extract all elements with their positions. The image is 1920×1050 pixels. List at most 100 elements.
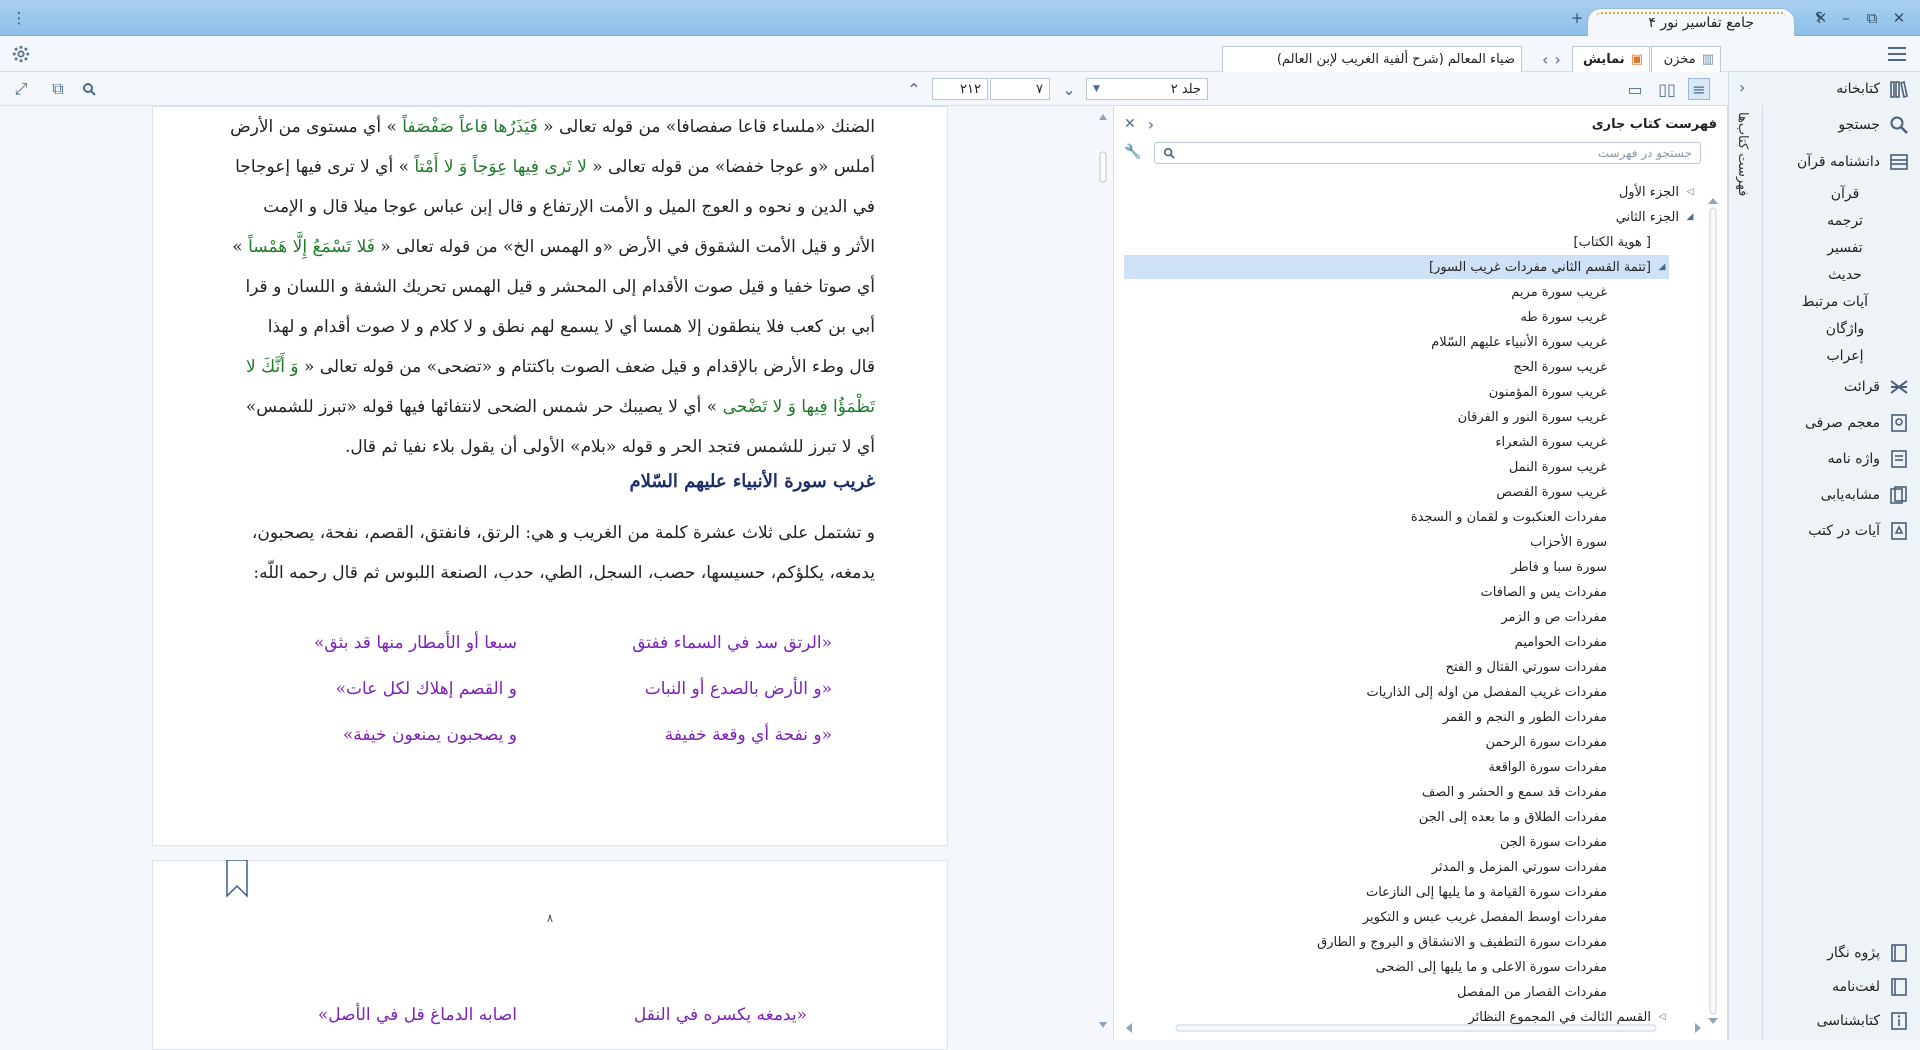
sidebar-item[interactable]: واژه نامه	[1762, 442, 1920, 476]
toc-item[interactable]: مفردات اوسط المفصل غريب عبس و التكوير	[1363, 905, 1625, 929]
tab-display[interactable]: ▣ نمایش	[1572, 46, 1650, 72]
tab-book[interactable]: ضياء المعالم (شرح ألفية الغريب لإبن العا…	[1222, 46, 1522, 72]
app-tab[interactable]: جامع تفاسیر نور ۴	[1587, 8, 1795, 36]
toc-item[interactable]: مفردات الطلاق و ما بعده إلى الجن	[1419, 805, 1625, 829]
total-pages-field: ۲۱۲	[932, 78, 988, 100]
list-view-icon[interactable]: ≡	[1688, 78, 1710, 100]
menu-kebab-icon[interactable]: ⋮	[8, 7, 30, 29]
sidebar-item[interactable]: تفسير	[1762, 234, 1920, 261]
toc-search-input[interactable]: جستجو در فهرست	[1154, 142, 1701, 164]
help-button[interactable]: ؟	[1808, 7, 1830, 29]
toc-item[interactable]: مفردات سورة التطفيف و الانشقاق و البروج …	[1317, 930, 1625, 954]
sidebar-item[interactable]: قرائت	[1762, 370, 1920, 404]
toc-item[interactable]: ◢ [تتمة القسم الثاني مفردات غريب السور]	[1124, 255, 1669, 279]
sidebar-item[interactable]: حديث	[1762, 261, 1920, 288]
close-icon[interactable]: ✕	[1124, 116, 1136, 132]
tree-arrow-icon[interactable]: ◁	[1655, 1012, 1669, 1022]
sidebar-item[interactable]: پژوه نگار	[1762, 936, 1920, 970]
sidebar-item[interactable]: إعراب	[1762, 342, 1920, 369]
chevron-up-icon[interactable]: ⌃	[903, 78, 925, 100]
sidebar-item[interactable]: واژگان	[1762, 315, 1920, 342]
toc-item-label: غريب سورة النور و الفرقان	[1457, 409, 1607, 425]
toc-item[interactable]: مفردات سورتي القتال و الفتح	[1446, 655, 1625, 679]
chevron-left-icon[interactable]: ‹	[1542, 50, 1548, 69]
sidebar-item[interactable]: کتابخانه	[1762, 72, 1920, 106]
text-line: في الدين و نحوه و العوج الميل و الأمت ال…	[225, 187, 875, 227]
sidebar-item[interactable]: دانشنامه قرآن	[1762, 145, 1920, 179]
volume-select[interactable]: جلد ۲ ▼	[1086, 78, 1208, 100]
close-button[interactable]: ✕	[1888, 7, 1910, 29]
toc-item[interactable]: غريب سورة القصص	[1496, 480, 1625, 504]
single-page-view-icon[interactable]: ▭	[1624, 78, 1646, 100]
expand-icon[interactable]: ⤢	[10, 78, 32, 100]
toc-item[interactable]: مفردات القصار من المفصل	[1457, 980, 1625, 1004]
page-input[interactable]: ۷	[990, 78, 1050, 100]
two-page-view-icon[interactable]: ▯▯	[1656, 78, 1678, 100]
sync-view-icon[interactable]: ⧉	[47, 78, 69, 100]
toc-item[interactable]: غريب سورة الحج	[1513, 355, 1625, 379]
toc-item[interactable]: مفردات ص و الزمر	[1501, 605, 1625, 629]
toc-horizontal-scrollbar[interactable]	[1126, 1022, 1701, 1034]
tree-arrow-icon[interactable]: ◁	[1683, 187, 1697, 197]
toc-item[interactable]: [ هوية الكتاب]	[1574, 230, 1669, 254]
toc-item[interactable]: مفردات الحواميم	[1515, 630, 1625, 654]
toc-item-label: مفردات الطلاق و ما بعده إلى الجن	[1418, 809, 1607, 825]
toc-item[interactable]: غريب سورة النمل	[1509, 455, 1625, 479]
sidebar-item[interactable]: جستجو	[1762, 108, 1920, 142]
wrench-icon[interactable]: 🔧	[1124, 144, 1141, 160]
sidebar-item[interactable]: آيات در كتب	[1762, 514, 1920, 548]
toc-item[interactable]: سورة الأحزاب	[1530, 530, 1625, 554]
gear-icon[interactable]	[10, 43, 32, 65]
sidebar-item[interactable]: لغت‌نامه	[1762, 970, 1920, 1004]
tree-arrow-icon[interactable]: ◢	[1683, 212, 1697, 222]
toc-item[interactable]: مفردات سورة الواقعة	[1488, 755, 1625, 779]
toc-item[interactable]: ◁ الجزء الأول	[1619, 180, 1697, 204]
new-tab-button[interactable]: +	[1566, 7, 1588, 29]
sidebar-item[interactable]: مشابه‌یابی	[1762, 478, 1920, 512]
toc-item[interactable]: مفردات غريب المفصل من اوله إلى الذاريات	[1367, 680, 1625, 704]
toc-item[interactable]: مفردات سورتي المزمل و المدثر	[1432, 855, 1625, 879]
toc-item[interactable]: مفردات قد سمع و الحشر و الصف	[1422, 780, 1625, 804]
toc-item[interactable]: غريب سورة طه	[1520, 305, 1625, 329]
toc-item[interactable]: غريب سورة الأنبياء عليهم السّلام	[1431, 330, 1625, 354]
toc-item[interactable]: غريب سورة المؤمنون	[1489, 380, 1625, 404]
toc-item-label: مفردات الحواميم	[1514, 634, 1607, 650]
sidebar-item[interactable]: قرآن	[1762, 180, 1920, 207]
toc-item[interactable]: سورة سبا و فاطر	[1511, 555, 1625, 579]
sidebar-item[interactable]: آيات مرتبط	[1762, 288, 1920, 315]
toc-item[interactable]: مفردات سورة الجن	[1500, 830, 1625, 854]
chevron-right-icon[interactable]: ›	[1739, 78, 1745, 97]
tab-nav: ‹ ›	[1542, 48, 1568, 70]
chevron-right-icon[interactable]: ›	[1554, 50, 1560, 69]
toc-item[interactable]: غريب سورة الشعراء	[1495, 430, 1625, 454]
toc-scrollbar[interactable]	[1707, 198, 1719, 1024]
toc-item[interactable]: مفردات الطور و النجم و القمر	[1443, 705, 1625, 729]
tab-storage[interactable]: ▥ مخزن	[1651, 46, 1721, 72]
toc-item[interactable]: مفردات سورة الاعلى و ما يليها إلى الضحى	[1376, 955, 1625, 979]
sidebar-item[interactable]: ترجمه	[1762, 207, 1920, 234]
toc-item[interactable]: غريب سورة النور و الفرقان	[1458, 405, 1625, 429]
info-icon	[1888, 1010, 1910, 1032]
restore-button[interactable]: ⧉	[1861, 7, 1883, 29]
sidebar-item[interactable]: کتابشناسی	[1762, 1004, 1920, 1038]
poem-2-right: «و الأرض بالصدع أو النبات	[644, 679, 832, 699]
chevron-down-icon[interactable]: ⌄	[1058, 78, 1080, 100]
toc-item[interactable]: مفردات يس و الصافات	[1481, 580, 1625, 604]
toc-item[interactable]: مفردات سورة القيامة و ما يليها إلى الناز…	[1366, 880, 1625, 904]
intro-line-1: و تشتمل على ثلاث عشرة كلمة من الغريب و ه…	[251, 523, 875, 543]
minimize-button[interactable]: –	[1835, 7, 1857, 29]
book-list-strip[interactable]: › فهرست کتاب‌ها	[1728, 72, 1762, 1040]
hamburger-menu-icon[interactable]	[1886, 43, 1908, 65]
toc-item-label: مفردات ص و الزمر	[1501, 609, 1607, 625]
toc-item[interactable]: ◢ الجزء الثاني	[1616, 205, 1697, 229]
sidebar-item[interactable]: معجم صرفی	[1762, 406, 1920, 440]
bookmark-icon[interactable]	[225, 860, 249, 898]
document-scrollbar[interactable]	[1098, 112, 1108, 1030]
chevron-left-icon[interactable]: ‹	[1148, 115, 1154, 134]
tree-arrow-icon[interactable]: ◢	[1655, 262, 1669, 272]
search-icon[interactable]	[78, 78, 100, 100]
toc-item[interactable]: غريب سورة مريم	[1511, 280, 1625, 304]
toc-item[interactable]: مفردات العنكبوت و لقمان و السجدة	[1411, 505, 1625, 529]
toc-item[interactable]: مفردات سورة الرحمن	[1485, 730, 1625, 754]
text-span: أملس «و عوجا خفضا» من قوله تعالى «	[586, 157, 875, 177]
